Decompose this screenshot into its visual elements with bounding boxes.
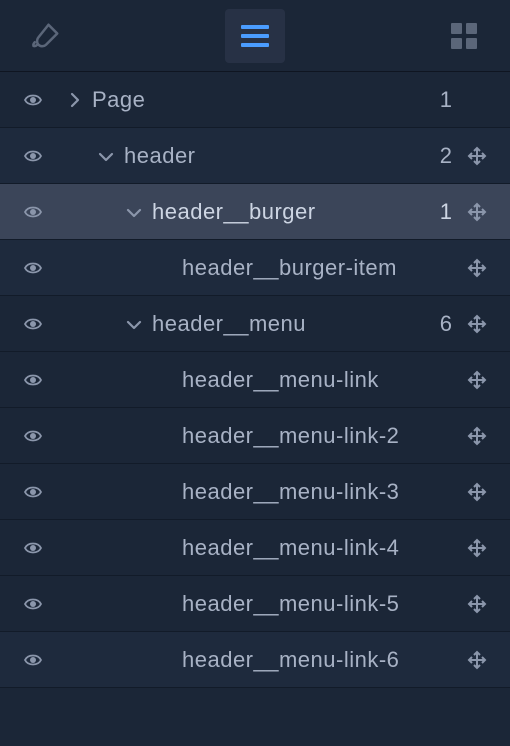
eye-icon	[22, 91, 44, 109]
move-icon	[467, 258, 487, 278]
drag-handle[interactable]	[462, 538, 492, 558]
layer-row-ml2[interactable]: header__menu-link-2	[0, 408, 510, 464]
layer-name: header__burger-item	[182, 255, 422, 281]
move-icon	[467, 594, 487, 614]
eye-icon	[22, 595, 44, 613]
visibility-toggle[interactable]	[18, 483, 48, 501]
layer-row-ml4[interactable]: header__menu-link-4	[0, 520, 510, 576]
layer-row-header[interactable]: header 2	[0, 128, 510, 184]
drag-handle[interactable]	[462, 258, 492, 278]
eye-icon	[22, 147, 44, 165]
brush-tab[interactable]	[22, 12, 70, 60]
expand-toggle[interactable]	[126, 317, 142, 331]
visibility-toggle[interactable]	[18, 147, 48, 165]
move-icon	[467, 202, 487, 222]
layer-name: Page	[92, 87, 422, 113]
eye-icon	[22, 651, 44, 669]
visibility-toggle[interactable]	[18, 371, 48, 389]
layer-row-burger[interactable]: header__burger 1	[0, 184, 510, 240]
layer-name: header__menu	[152, 311, 422, 337]
chevron-down-icon	[126, 317, 142, 331]
visibility-toggle[interactable]	[18, 595, 48, 613]
drag-handle[interactable]	[462, 650, 492, 670]
chevron-right-icon	[68, 92, 82, 108]
move-icon	[467, 482, 487, 502]
drag-handle[interactable]	[462, 202, 492, 222]
drag-handle[interactable]	[462, 146, 492, 166]
list-tab[interactable]	[225, 9, 285, 63]
move-icon	[467, 314, 487, 334]
expand-toggle[interactable]	[68, 92, 82, 108]
layer-row-page[interactable]: Page 1	[0, 72, 510, 128]
move-icon	[467, 146, 487, 166]
drag-handle[interactable]	[462, 594, 492, 614]
eye-icon	[22, 371, 44, 389]
move-icon	[467, 370, 487, 390]
drag-handle[interactable]	[462, 370, 492, 390]
layer-row-ml6[interactable]: header__menu-link-6	[0, 632, 510, 688]
toolbar	[0, 0, 510, 72]
visibility-toggle[interactable]	[18, 259, 48, 277]
drag-handle[interactable]	[462, 426, 492, 446]
drag-handle[interactable]	[462, 314, 492, 334]
eye-icon	[22, 483, 44, 501]
brush-icon	[31, 21, 61, 51]
layer-tree: Page1header2header__burger1header__burge…	[0, 72, 510, 688]
layer-row-ml5[interactable]: header__menu-link-5	[0, 576, 510, 632]
visibility-toggle[interactable]	[18, 315, 48, 333]
expand-toggle[interactable]	[126, 205, 142, 219]
layer-name: header__menu-link	[182, 367, 422, 393]
layer-row-menu[interactable]: header__menu 6	[0, 296, 510, 352]
chevron-down-icon	[126, 205, 142, 219]
eye-icon	[22, 259, 44, 277]
move-icon	[467, 650, 487, 670]
expand-toggle[interactable]	[98, 149, 114, 163]
drag-handle[interactable]	[462, 482, 492, 502]
layer-name: header__menu-link-2	[182, 423, 422, 449]
list-icon	[239, 23, 271, 49]
layer-name: header__menu-link-6	[182, 647, 422, 673]
layer-row-bitem[interactable]: header__burger-item	[0, 240, 510, 296]
child-count: 1	[432, 199, 452, 225]
child-count: 2	[432, 143, 452, 169]
grid-icon	[449, 21, 479, 51]
layer-row-ml1[interactable]: header__menu-link	[0, 352, 510, 408]
eye-icon	[22, 315, 44, 333]
eye-icon	[22, 539, 44, 557]
move-icon	[467, 426, 487, 446]
layer-name: header__burger	[152, 199, 422, 225]
layer-name: header__menu-link-5	[182, 591, 422, 617]
visibility-toggle[interactable]	[18, 539, 48, 557]
visibility-toggle[interactable]	[18, 427, 48, 445]
layer-name: header__menu-link-3	[182, 479, 422, 505]
layer-name: header__menu-link-4	[182, 535, 422, 561]
grid-tab[interactable]	[440, 12, 488, 60]
visibility-toggle[interactable]	[18, 91, 48, 109]
eye-icon	[22, 203, 44, 221]
visibility-toggle[interactable]	[18, 203, 48, 221]
move-icon	[467, 538, 487, 558]
layer-name: header	[124, 143, 422, 169]
visibility-toggle[interactable]	[18, 651, 48, 669]
child-count: 6	[432, 311, 452, 337]
layer-row-ml3[interactable]: header__menu-link-3	[0, 464, 510, 520]
chevron-down-icon	[98, 149, 114, 163]
child-count: 1	[432, 87, 452, 113]
eye-icon	[22, 427, 44, 445]
